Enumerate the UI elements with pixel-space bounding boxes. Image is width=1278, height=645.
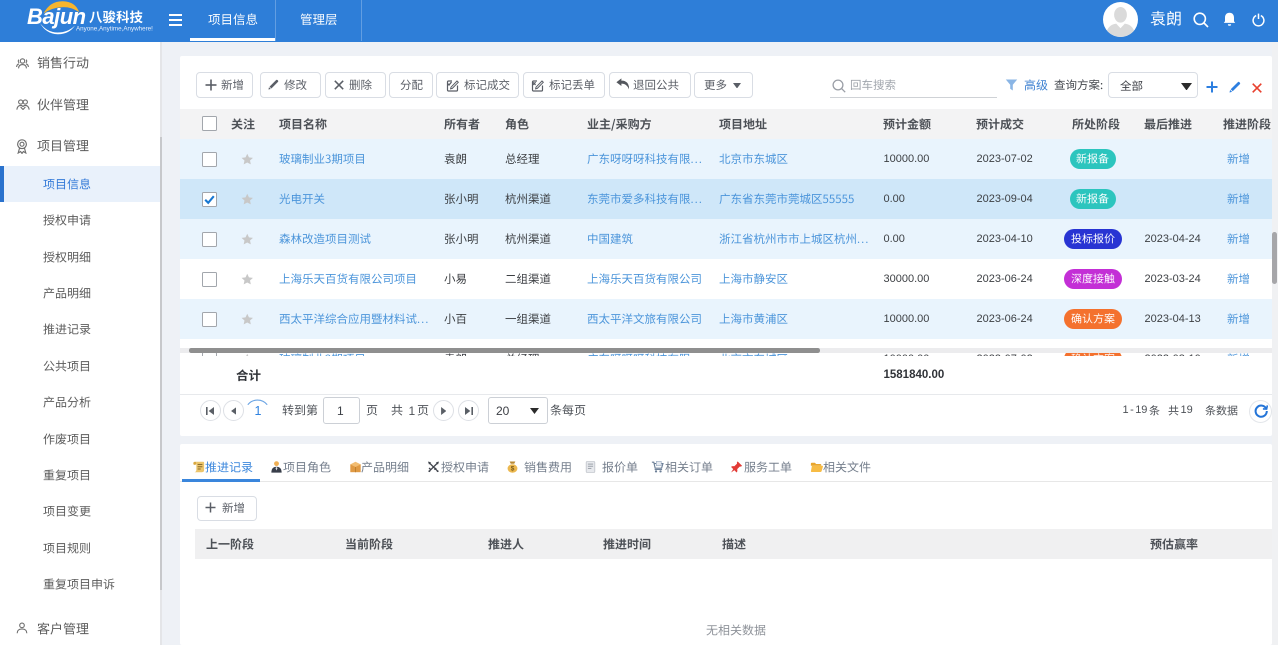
svg-text:$: $ bbox=[511, 466, 515, 473]
